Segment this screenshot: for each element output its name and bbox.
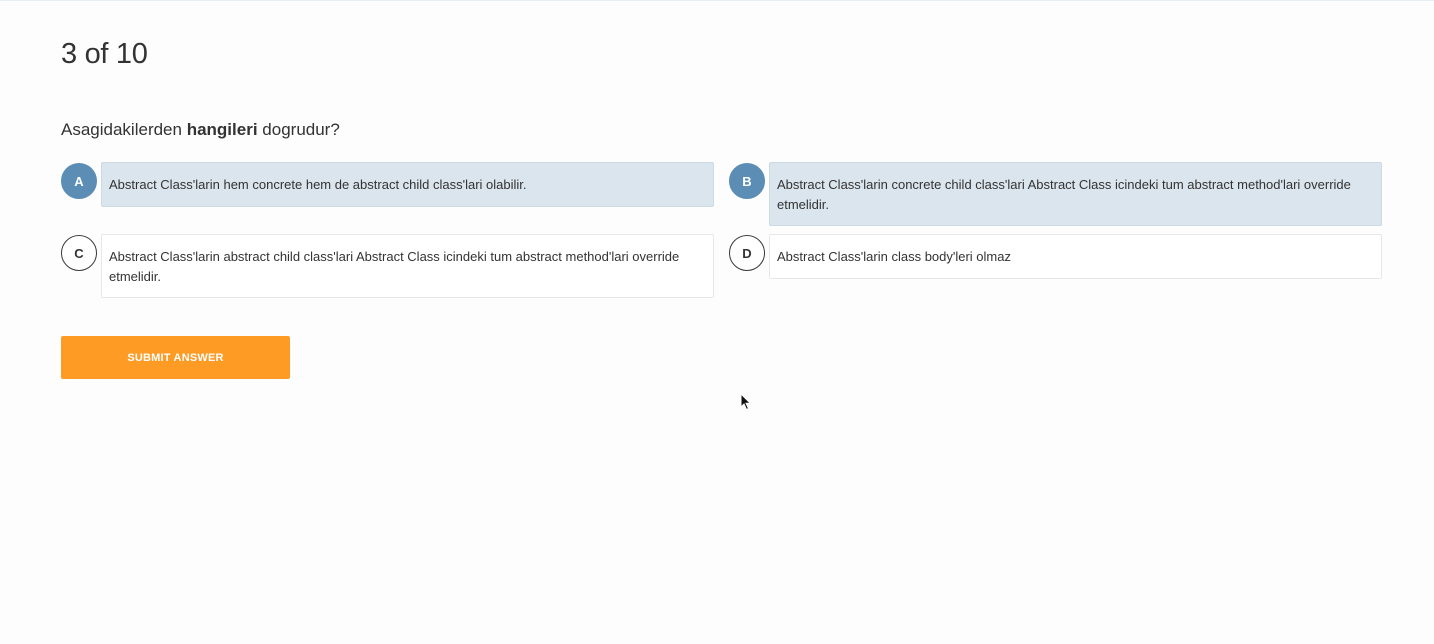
submit-answer-button[interactable]: SUBMIT ANSWER	[61, 336, 290, 379]
option-a[interactable]: A Abstract Class'larin hem concrete hem …	[61, 162, 714, 207]
option-a-text[interactable]: Abstract Class'larin hem concrete hem de…	[101, 162, 714, 207]
option-c-badge[interactable]: C	[61, 235, 97, 271]
mouse-cursor-icon	[740, 393, 752, 411]
quiz-page: 3 of 10 Asagidakilerden hangileri dogrud…	[0, 0, 1434, 644]
option-a-badge[interactable]: A	[61, 163, 97, 199]
option-d-text[interactable]: Abstract Class'larin class body'leri olm…	[769, 234, 1382, 279]
option-b-text[interactable]: Abstract Class'larin concrete child clas…	[769, 162, 1382, 226]
option-c-text[interactable]: Abstract Class'larin abstract child clas…	[101, 234, 714, 298]
option-d-badge[interactable]: D	[729, 235, 765, 271]
question-progress: 3 of 10	[61, 38, 148, 70]
option-c[interactable]: C Abstract Class'larin abstract child cl…	[61, 234, 714, 298]
option-d[interactable]: D Abstract Class'larin class body'leri o…	[729, 234, 1382, 279]
question-emphasis: hangileri	[186, 120, 258, 139]
option-b[interactable]: B Abstract Class'larin concrete child cl…	[729, 162, 1382, 226]
option-b-badge[interactable]: B	[729, 163, 765, 199]
question-prefix: Asagidakilerden	[61, 120, 182, 139]
question-suffix: dogrudur?	[262, 120, 340, 139]
top-divider	[0, 0, 1434, 1]
question-text: Asagidakilerden hangileri dogrudur?	[61, 120, 340, 140]
